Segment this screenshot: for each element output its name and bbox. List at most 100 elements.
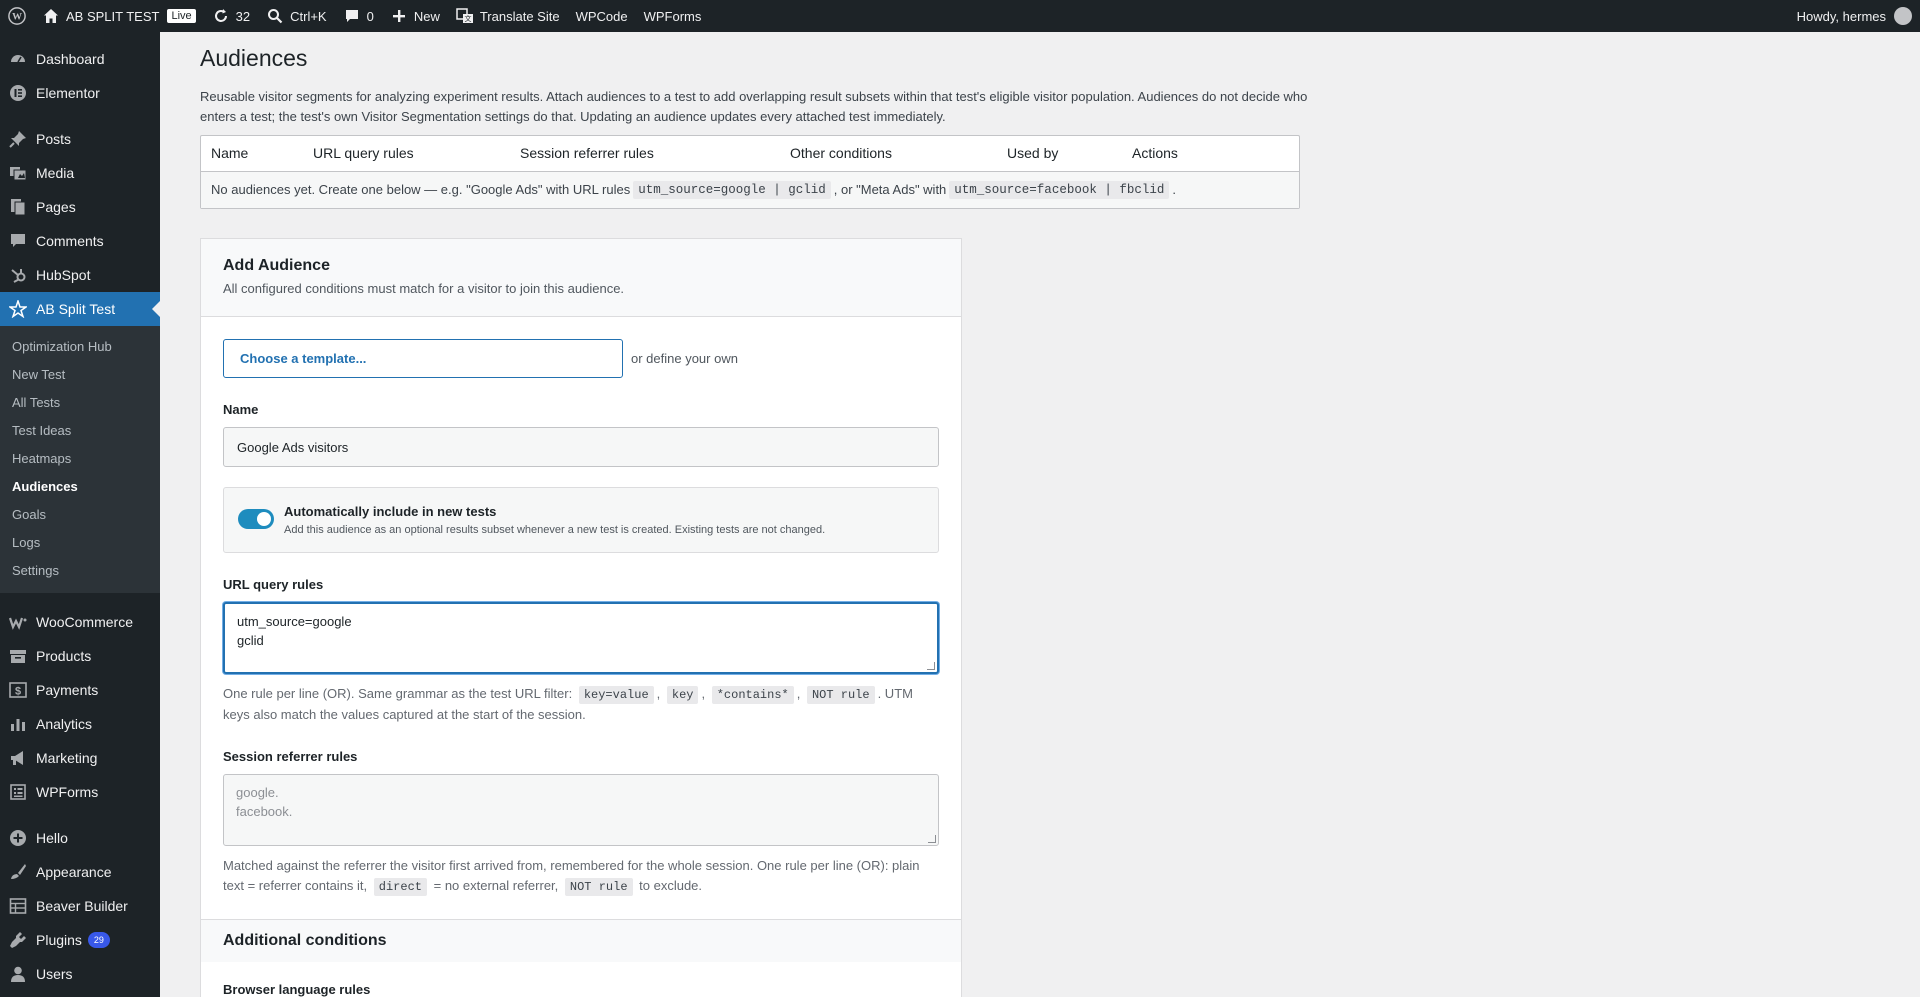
page-title: Audiences xyxy=(200,45,308,71)
dashboard-icon xyxy=(9,50,27,68)
help-text: One rule per line (OR). Same grammar as … xyxy=(223,686,573,701)
submenu-settings[interactable]: Settings xyxy=(0,557,160,585)
submenu-all-tests[interactable]: All Tests xyxy=(0,389,160,417)
ab-split-test-submenu: Optimization Hub New Test All Tests Test… xyxy=(0,326,160,593)
new-content-menu[interactable]: New xyxy=(382,0,448,32)
help-text: to exclude. xyxy=(639,878,703,893)
code-direct: direct xyxy=(373,878,427,896)
comments-menu[interactable]: 0 xyxy=(335,0,382,32)
resize-handle[interactable] xyxy=(928,835,936,843)
auto-include-panel: Automatically include in new tests Add t… xyxy=(223,487,939,553)
hubspot-icon xyxy=(9,266,27,284)
menu-hubspot[interactable]: HubSpot xyxy=(0,258,160,292)
menu-products[interactable]: Products xyxy=(0,639,160,673)
code-key: key xyxy=(666,686,699,704)
search-shortcut: Ctrl+K xyxy=(290,8,327,24)
translate-site-menu[interactable]: 文 Translate Site xyxy=(448,0,568,32)
woo-icon xyxy=(9,613,27,631)
choose-template-button[interactable]: Choose a template... xyxy=(223,339,623,378)
submenu-test-ideas[interactable]: Test Ideas xyxy=(0,417,160,445)
browser-language-label: Browser language rules xyxy=(223,982,371,997)
comment-icon xyxy=(9,232,27,250)
column-header-url-rules: URL query rules xyxy=(313,145,414,162)
star-icon xyxy=(9,300,27,318)
table-empty-row: No audiences yet. Create one below — e.g… xyxy=(201,171,1299,208)
menu-comments[interactable]: Comments xyxy=(0,224,160,258)
column-header-used-by: Used by xyxy=(1007,145,1059,162)
code-not-rule: NOT rule xyxy=(806,686,875,704)
menu-woocommerce[interactable]: WooCommerce xyxy=(0,605,160,639)
url-rules-help: One rule per line (OR). Same grammar as … xyxy=(223,686,913,722)
additional-conditions-section: Additional conditions xyxy=(201,919,961,962)
menu-label: AB Split Test xyxy=(36,301,116,317)
submenu-goals[interactable]: Goals xyxy=(0,501,160,529)
my-account-menu[interactable]: Howdy, hermes xyxy=(1797,7,1920,25)
page-intro: Reusable visitor segments for analyzing … xyxy=(200,88,1308,124)
referrer-rules-textarea[interactable]: google. facebook. xyxy=(223,774,939,846)
submenu-new-test[interactable]: New Test xyxy=(0,361,160,389)
wp-logo[interactable]: W xyxy=(0,0,34,32)
menu-label: Beaver Builder xyxy=(36,898,128,914)
menu-ab-split-test[interactable]: AB Split Test xyxy=(0,292,160,326)
menu-beaver-builder[interactable]: Beaver Builder xyxy=(0,889,160,923)
audience-name-input[interactable]: Google Ads visitors xyxy=(223,427,939,467)
menu-wpforms[interactable]: WPForms xyxy=(0,775,160,809)
submenu-logs[interactable]: Logs xyxy=(0,529,160,557)
add-audience-title: Add Audience xyxy=(223,257,330,274)
admin-bar: W AB SPLIT TEST Live 32 Ctrl+K 0 New 文 T… xyxy=(0,0,1920,32)
menu-label: Elementor xyxy=(36,85,100,101)
archive-icon xyxy=(9,647,27,665)
home-icon xyxy=(42,7,60,25)
pages-icon xyxy=(9,198,27,216)
svg-text:W: W xyxy=(12,12,22,23)
menu-analytics[interactable]: Analytics xyxy=(0,707,160,741)
menu-media[interactable]: Media xyxy=(0,156,160,190)
add-audience-card: Add Audience All configured conditions m… xyxy=(200,238,962,997)
howdy-text: Howdy, hermes xyxy=(1796,8,1886,24)
site-name: AB SPLIT TEST xyxy=(66,8,160,24)
menu-elementor[interactable]: Elementor xyxy=(0,76,160,110)
menu-pages[interactable]: Pages xyxy=(0,190,160,224)
plug-icon xyxy=(9,931,27,949)
submenu-heatmaps[interactable]: Heatmaps xyxy=(0,445,160,473)
column-header-actions: Actions xyxy=(1132,145,1178,162)
menu-posts[interactable]: Posts xyxy=(0,122,160,156)
menu-label: Analytics xyxy=(36,716,93,732)
menu-payments[interactable]: $ Payments xyxy=(0,673,160,707)
svg-text:文: 文 xyxy=(464,14,471,23)
submenu-audiences[interactable]: Audiences xyxy=(0,473,160,501)
column-header-name: Name xyxy=(211,145,249,162)
menu-appearance[interactable]: Appearance xyxy=(0,855,160,889)
comment-icon xyxy=(343,7,361,25)
plus-icon xyxy=(390,7,408,25)
name-label: Name xyxy=(223,402,259,417)
auto-include-toggle[interactable] xyxy=(238,509,274,529)
empty-text-suffix: . xyxy=(1172,182,1176,198)
example-code-google: utm_source=google | gclid xyxy=(633,180,831,199)
menu-hello[interactable]: Hello xyxy=(0,821,160,855)
pin-icon xyxy=(9,130,27,148)
empty-text-middle: , or "Meta Ads" with xyxy=(833,182,947,198)
url-rules-textarea[interactable]: utm_source=google gclid xyxy=(223,602,939,674)
menu-plugins[interactable]: Plugins 29 xyxy=(0,923,160,957)
wpcode-menu[interactable]: WPCode xyxy=(568,0,636,32)
wpforms-menu[interactable]: WPForms xyxy=(636,0,710,32)
menu-marketing[interactable]: Marketing xyxy=(0,741,160,775)
menu-label: WPForms xyxy=(36,784,99,800)
brush-icon xyxy=(9,863,27,881)
live-badge: Live xyxy=(167,9,196,23)
audiences-table: Name URL query rules Session referrer ru… xyxy=(200,134,1300,209)
updates-menu[interactable]: 32 xyxy=(204,0,258,32)
resize-handle[interactable] xyxy=(927,662,935,670)
command-search[interactable]: Ctrl+K xyxy=(258,0,334,32)
main-content: Audiences Reusable visitor segments for … xyxy=(160,32,1920,997)
translate-label: Translate Site xyxy=(479,8,560,24)
help-text: = no external referrer, xyxy=(433,878,559,893)
additional-conditions-title: Additional conditions xyxy=(223,932,387,949)
comments-count: 0 xyxy=(366,8,374,24)
menu-users[interactable]: Users xyxy=(0,957,160,991)
menu-dashboard[interactable]: Dashboard xyxy=(0,42,160,76)
site-name-menu[interactable]: AB SPLIT TEST Live xyxy=(34,0,204,32)
user-icon xyxy=(9,965,27,983)
submenu-optimization-hub[interactable]: Optimization Hub xyxy=(0,333,160,361)
